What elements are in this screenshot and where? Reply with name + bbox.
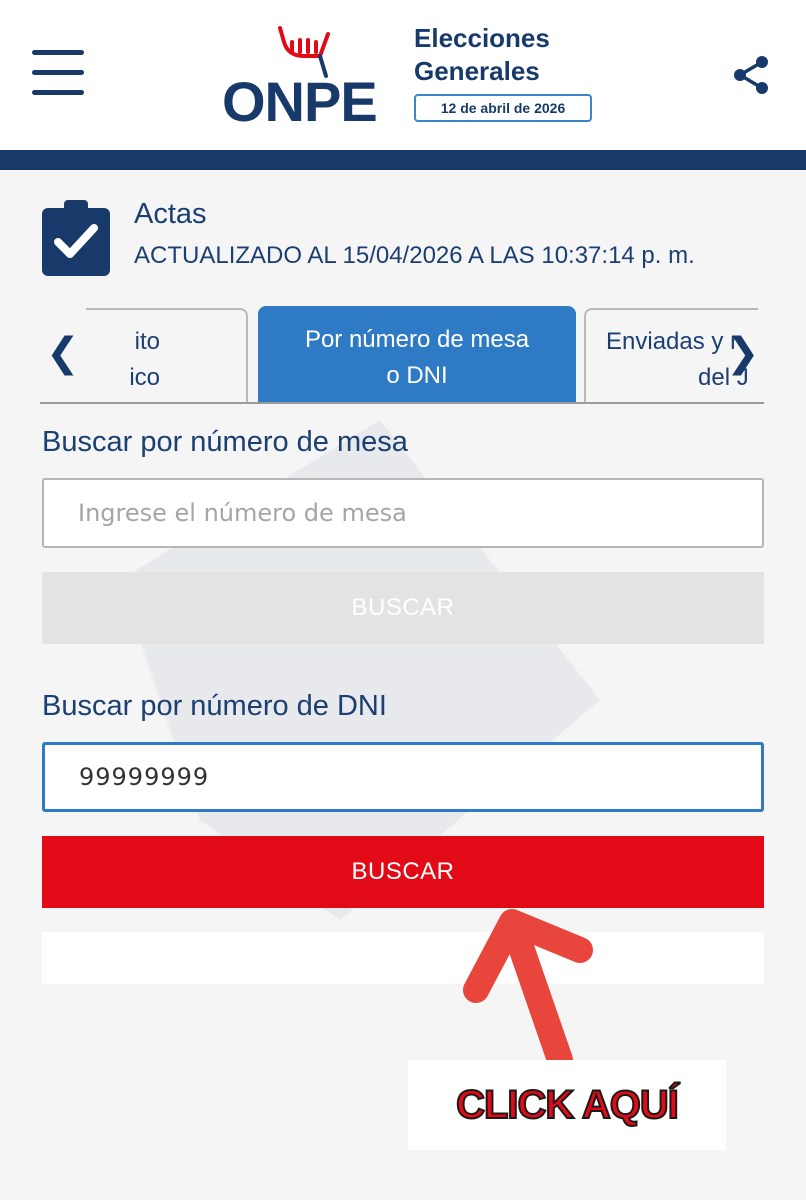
tab-strip: ito ico Por número de mesa o DNI Enviada…: [86, 304, 758, 404]
tab-por-numero-de-mesa-o-dni[interactable]: Por número de mesa o DNI: [258, 306, 576, 404]
mesa-number-input[interactable]: [42, 478, 764, 548]
tab-previous-line2: ico: [129, 364, 160, 391]
tabs-underline: [40, 402, 764, 404]
clipboard-check-icon: [42, 200, 110, 276]
tab-bar: ❮ ito ico Por número de mesa o DNI Envia…: [40, 304, 766, 406]
last-updated-text: ACTUALIZADO AL 15/04/2026 A LAS 10:37:14…: [134, 242, 695, 269]
results-area: [42, 932, 764, 984]
tab-active-line2: o DNI: [386, 362, 448, 389]
tab-next-arrow-icon[interactable]: ❯: [726, 328, 760, 378]
search-dni-label: Buscar por número de DNI: [42, 690, 387, 722]
logo-text: ONPE: [222, 70, 378, 133]
tab-previous-line1: ito: [134, 328, 160, 355]
tab-previous[interactable]: ito ico: [86, 308, 248, 404]
tab-prev-arrow-icon[interactable]: ❮: [46, 328, 80, 378]
search-mesa-label: Buscar por número de mesa: [42, 426, 408, 458]
red-arrow-icon: [463, 909, 593, 1070]
app-header: ONPE Elecciones Generales 12 de abril de…: [0, 0, 806, 150]
dni-number-input[interactable]: [42, 742, 764, 812]
actas-title: Actas: [134, 198, 207, 230]
hamburger-menu-icon[interactable]: [28, 46, 88, 102]
election-title-line2: Generales: [414, 56, 540, 86]
search-dni-button[interactable]: BUSCAR: [42, 836, 764, 908]
election-date-badge: 12 de abril de 2026: [414, 94, 592, 122]
tab-active-line1: Por número de mesa: [304, 326, 530, 353]
onpe-logo: ONPE: [222, 22, 402, 132]
election-title: Elecciones Generales: [414, 22, 550, 88]
search-mesa-button[interactable]: BUSCAR: [42, 572, 764, 644]
header-divider-bar: [0, 150, 806, 170]
share-icon[interactable]: [730, 54, 772, 96]
click-here-text: CLICK AQUÍ: [455, 1082, 680, 1128]
click-here-callout: CLICK AQUÍ: [408, 1060, 726, 1150]
election-title-line1: Elecciones: [414, 23, 550, 53]
